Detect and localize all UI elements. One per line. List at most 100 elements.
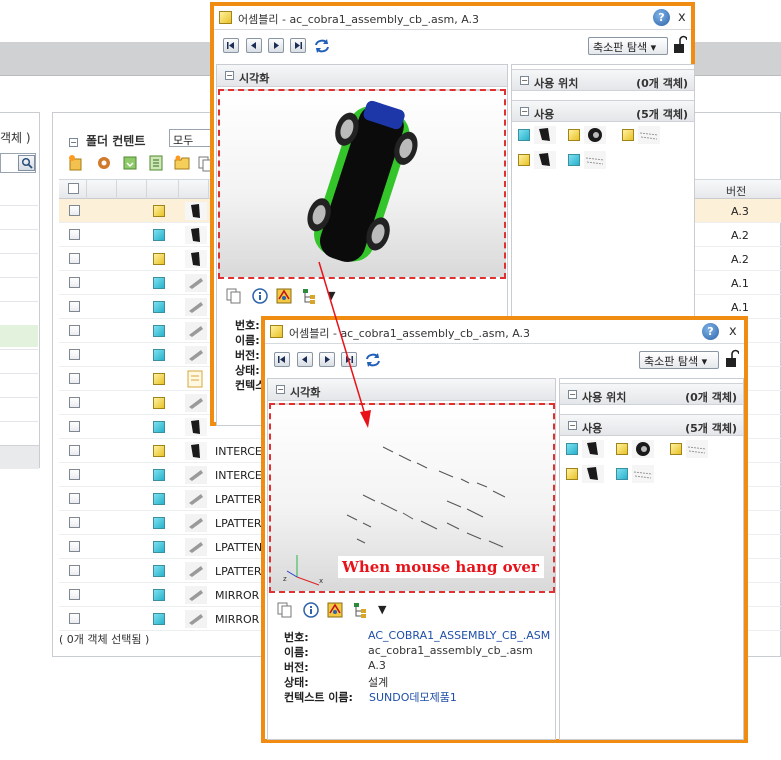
row-name[interactable]: MIRROR: [215, 589, 259, 602]
close-icon[interactable]: x: [729, 324, 737, 339]
last-page-button[interactable]: [341, 352, 357, 367]
uses-item[interactable]: [616, 440, 666, 458]
help-icon[interactable]: ?: [702, 323, 719, 340]
row-name[interactable]: LPATTER: [215, 517, 262, 530]
copy-icon[interactable]: [276, 601, 294, 619]
thumbnail-icon[interactable]: [185, 322, 207, 340]
thumbnail-icon[interactable]: [185, 586, 207, 604]
search-button[interactable]: [18, 155, 35, 171]
gear-icon[interactable]: [95, 154, 113, 172]
thumbnail-icon[interactable]: [185, 226, 207, 244]
row-name[interactable]: INTERCE: [215, 469, 262, 482]
collapse-toggle-icon[interactable]: −: [225, 71, 234, 80]
thumbnail-icon[interactable]: [632, 440, 654, 458]
last-page-button[interactable]: [290, 38, 306, 53]
left-search-input[interactable]: [0, 153, 36, 173]
row-checkbox[interactable]: [69, 277, 80, 288]
row-checkbox[interactable]: [69, 445, 80, 456]
copy-icon[interactable]: [225, 287, 243, 305]
thumbnail-icon[interactable]: [185, 514, 207, 532]
folder-filter-select[interactable]: 모두: [169, 129, 213, 147]
row-checkbox[interactable]: [69, 349, 80, 360]
thumbnail-icon[interactable]: [185, 370, 207, 388]
row-checkbox[interactable]: [69, 229, 80, 240]
thumbnail-icon[interactable]: [638, 126, 660, 144]
folder-contents-title[interactable]: − 폴더 컨텐트: [69, 132, 145, 149]
thumbnail-icon[interactable]: [534, 126, 556, 144]
used-by-header[interactable]: − 사용 위치 (0개 객체): [560, 383, 743, 405]
info-value[interactable]: SUNDO데모제품1: [369, 689, 457, 705]
row-name[interactable]: LPATTER: [215, 493, 262, 506]
unlock-icon[interactable]: [673, 35, 687, 55]
collapse-toggle-icon[interactable]: −: [568, 421, 577, 430]
row-checkbox[interactable]: [69, 469, 80, 480]
uses-item[interactable]: [566, 440, 616, 458]
uses-item[interactable]: [670, 440, 720, 458]
unlock-icon[interactable]: [725, 349, 739, 369]
thumbnail-icon[interactable]: [584, 151, 606, 169]
view-3d-icon[interactable]: [326, 601, 344, 619]
thumbnail-icon[interactable]: [584, 126, 606, 144]
thumbnail-icon[interactable]: [185, 418, 207, 436]
structure-tree-icon[interactable]: [352, 601, 370, 619]
new-folder-icon[interactable]: [173, 154, 191, 172]
refresh-icon[interactable]: [364, 352, 382, 368]
thumbnail-icon[interactable]: [534, 151, 556, 169]
collapse-toggle-icon[interactable]: −: [568, 390, 577, 399]
row-name[interactable]: LPATTEN: [215, 541, 262, 554]
import-icon[interactable]: [121, 154, 139, 172]
version-column-header[interactable]: 버전: [726, 183, 746, 199]
thumbnail-icon[interactable]: [185, 442, 207, 460]
next-page-button[interactable]: [319, 352, 335, 367]
structure-tree-icon[interactable]: [301, 287, 319, 305]
uses-header[interactable]: − 사용 (5개 객체): [560, 414, 743, 436]
uses-header[interactable]: − 사용 (5개 객체): [512, 100, 694, 122]
thumbnail-icon[interactable]: [185, 394, 207, 412]
row-checkbox[interactable]: [69, 613, 80, 624]
first-page-button[interactable]: [274, 352, 290, 367]
row-name[interactable]: LPATTER: [215, 565, 262, 578]
row-name[interactable]: INTERCE: [215, 445, 262, 458]
row-checkbox[interactable]: [69, 397, 80, 408]
checklist-icon[interactable]: [147, 154, 165, 172]
thumbnail-explore-select[interactable]: 축소판 탐색 ▾: [588, 37, 668, 55]
uses-item[interactable]: [568, 151, 618, 169]
row-checkbox[interactable]: [69, 493, 80, 504]
thumbnail-icon[interactable]: [185, 466, 207, 484]
thumbnail-icon[interactable]: [185, 274, 207, 292]
row-checkbox[interactable]: [69, 253, 80, 264]
thumbnail-icon[interactable]: [686, 440, 708, 458]
row-checkbox[interactable]: [69, 325, 80, 336]
row-checkbox[interactable]: [69, 541, 80, 552]
help-icon[interactable]: ?: [653, 9, 670, 26]
close-icon[interactable]: x: [678, 10, 686, 25]
thumbnail-icon[interactable]: [185, 490, 207, 508]
thumbnail-icon[interactable]: [185, 538, 207, 556]
next-page-button[interactable]: [268, 38, 284, 53]
used-by-header[interactable]: − 사용 위치 (0개 객체): [512, 69, 694, 91]
uses-item[interactable]: [518, 126, 568, 144]
uses-item[interactable]: [568, 126, 618, 144]
thumbnail-explore-select[interactable]: 축소판 탐색 ▾: [639, 351, 719, 369]
info-value[interactable]: AC_COBRA1_ASSEMBLY_CB_.ASM: [368, 629, 550, 642]
select-all-checkbox[interactable]: [68, 183, 79, 194]
dropdown-arrow-icon[interactable]: ▼: [327, 289, 335, 302]
prev-page-button[interactable]: [246, 38, 262, 53]
prev-page-button[interactable]: [297, 352, 313, 367]
row-checkbox[interactable]: [69, 565, 80, 576]
uses-item[interactable]: [518, 151, 568, 169]
thumbnail-icon[interactable]: [185, 298, 207, 316]
thumbnail-icon[interactable]: [185, 250, 207, 268]
uses-item[interactable]: [622, 126, 672, 144]
thumbnail-icon[interactable]: [632, 465, 654, 483]
view-3d-icon[interactable]: [275, 287, 293, 305]
uses-item[interactable]: [616, 465, 666, 483]
visualization-header[interactable]: − 시각화: [217, 65, 507, 87]
thumbnail-icon[interactable]: [185, 202, 207, 220]
uses-item[interactable]: [566, 465, 616, 483]
thumbnail-icon[interactable]: [185, 610, 207, 628]
info-icon[interactable]: [302, 601, 320, 619]
dropdown-arrow-icon[interactable]: ▼: [378, 603, 386, 616]
row-checkbox[interactable]: [69, 301, 80, 312]
thumbnail-icon[interactable]: [185, 562, 207, 580]
